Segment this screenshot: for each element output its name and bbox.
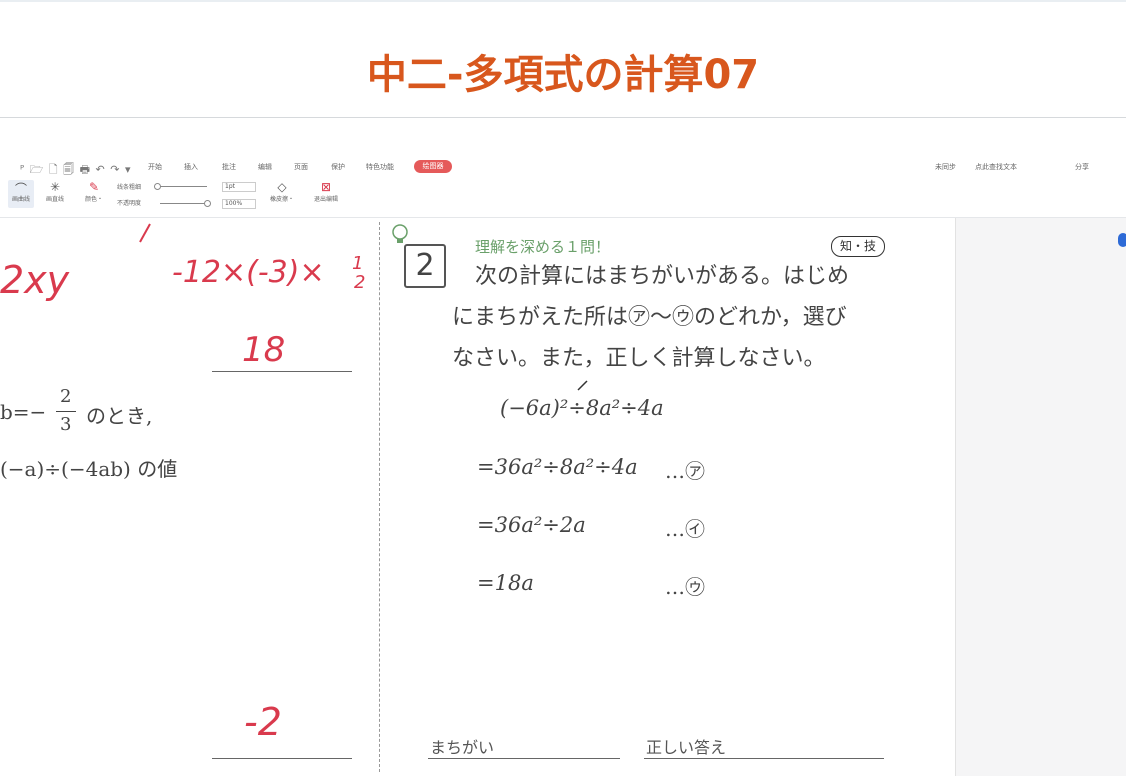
exit-edit-button[interactable]: ⊠ 退出编辑 xyxy=(308,180,344,203)
question-number: 2 xyxy=(404,244,446,288)
answer-line-1 xyxy=(212,371,352,372)
step-1-mark: …㋐ xyxy=(665,459,705,483)
skill-badge: 知・技 xyxy=(831,236,885,257)
wrong-answer-line[interactable] xyxy=(428,758,620,759)
correct-answer-line[interactable] xyxy=(644,758,884,759)
curve-icon: ⌒ xyxy=(14,182,27,196)
condition-fraction-den: 3 xyxy=(60,414,72,435)
curve-tool[interactable]: ⌒ 画曲线 xyxy=(8,180,34,208)
question-heading: 理解を深める１問！ xyxy=(475,238,611,256)
menu-start[interactable]: 开始 xyxy=(148,162,162,172)
fraction-bar xyxy=(56,411,76,412)
share-button[interactable]: 分享 xyxy=(1075,162,1089,172)
handwriting-answer-minus2: -2 xyxy=(244,700,282,744)
condition-fraction-num: 2 xyxy=(60,386,72,407)
line-tool-label: 画直线 xyxy=(45,196,64,203)
pen-color-icon: ✎ xyxy=(88,180,100,194)
thickness-slider[interactable] xyxy=(155,186,207,187)
page-title: 中二-多項式の計算07 xyxy=(366,52,760,98)
tab-drawing[interactable]: 绘图器 xyxy=(414,160,452,173)
scroll-indicator[interactable] xyxy=(1118,233,1126,247)
sync-status[interactable]: 未同步 xyxy=(935,162,956,172)
handwriting-frac-num: 1 xyxy=(352,253,364,274)
opacity-input[interactable]: 100% xyxy=(222,199,256,209)
opacity-slider[interactable] xyxy=(160,203,208,204)
color-tool[interactable]: ✎ 颜色・ xyxy=(82,180,106,203)
value-line: (−a)÷(−4ab) の値 xyxy=(0,457,178,481)
title-divider xyxy=(0,117,1126,118)
condition-suffix: のとき, xyxy=(86,404,153,428)
answer-line-2 xyxy=(212,758,352,759)
lightbulb-icon xyxy=(392,224,408,243)
question-line-3: なさい。また，正しく計算しなさい。 xyxy=(452,346,826,371)
opacity-label: 不透明度 xyxy=(116,200,141,207)
exit-edit-label: 退出编辑 xyxy=(313,196,338,203)
eraser-tool-label: 橡皮擦・ xyxy=(269,196,294,203)
menu-protect[interactable]: 保护 xyxy=(331,162,345,172)
handwriting-answer-18: 18 xyxy=(242,330,286,370)
menu-features[interactable]: 特色功能 xyxy=(366,162,394,172)
step-2-mark: …㋑ xyxy=(665,517,705,541)
eraser-tool[interactable]: ◇ 橡皮擦・ xyxy=(262,180,302,203)
step-1-expression: =36a²÷8a²÷4a xyxy=(477,455,638,479)
find-text[interactable]: 点此查找文本 xyxy=(975,162,1017,172)
step-0-expression: (−6a)²÷8a²÷4a xyxy=(500,396,664,420)
quick-access-icons[interactable]: ᴾ 🗁 🗋 🗐 🖶 ↶ ↷ ▾ xyxy=(20,161,131,180)
curve-tool-label: 画曲线 xyxy=(11,196,30,203)
color-tool-label: 颜色・ xyxy=(84,196,103,203)
step-3-expression: =18a xyxy=(477,571,534,595)
step-3-mark: …㋒ xyxy=(665,575,705,599)
menu-insert[interactable]: 插入 xyxy=(184,162,198,172)
exit-icon: ⊠ xyxy=(320,180,332,194)
drawing-toolbar: ᴾ 🗁 🗋 🗐 🖶 ↶ ↷ ▾ 开始 插入 批注 编辑 页面 保护 特色功能 绘… xyxy=(0,154,1126,216)
thickness-input[interactable]: 1pt xyxy=(222,182,256,192)
handwriting-frac-den: 2 xyxy=(354,272,366,293)
side-gutter xyxy=(956,218,1126,776)
pen-mark-tick xyxy=(577,380,588,391)
line-tool[interactable]: ✳ 画直线 xyxy=(42,180,68,203)
step-2-expression: =36a²÷2a xyxy=(477,513,586,537)
thickness-label: 线条粗细 xyxy=(116,184,141,191)
opacity-slider-handle[interactable] xyxy=(204,200,211,207)
question-line-1: 次の計算にはまちがいがある。はじめ xyxy=(475,264,850,289)
handwriting-expression: -12×(-3)× xyxy=(172,255,325,290)
thickness-slider-handle[interactable] xyxy=(154,183,161,190)
top-rule xyxy=(0,0,1126,2)
line-icon: ✳ xyxy=(49,180,61,194)
menu-edit[interactable]: 编辑 xyxy=(258,162,272,172)
menu-page[interactable]: 页面 xyxy=(294,162,308,172)
menu-comment[interactable]: 批注 xyxy=(222,162,236,172)
wrong-answer-label: まちがい xyxy=(430,738,495,757)
condition-prefix: b=− xyxy=(0,400,47,424)
correct-answer-label: 正しい答え xyxy=(646,738,727,757)
eraser-icon: ◇ xyxy=(277,180,287,194)
handwriting-2xy: 2xy xyxy=(0,258,70,302)
question-line-2: にまちがえた所は㋐〜㋒のどれか，選び xyxy=(452,305,847,330)
